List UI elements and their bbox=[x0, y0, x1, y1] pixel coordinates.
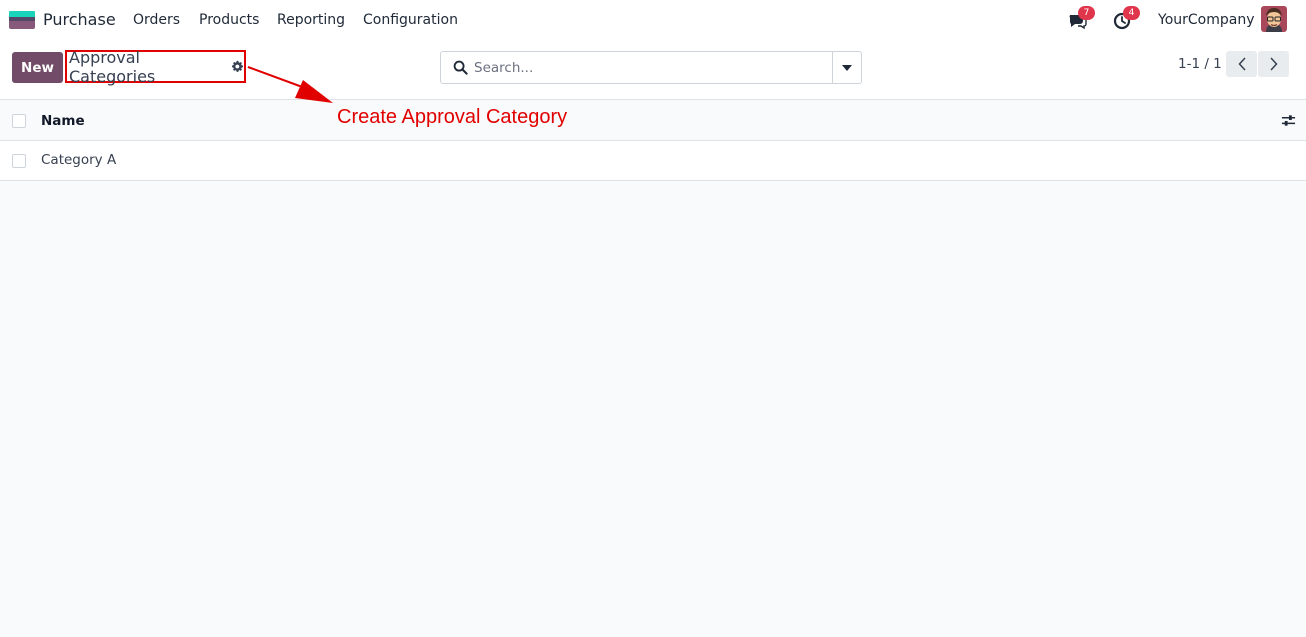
company-switcher[interactable]: YourCompany bbox=[1158, 12, 1255, 28]
user-avatar-icon bbox=[1261, 6, 1287, 32]
caret-down-icon bbox=[842, 64, 852, 71]
select-all-checkbox[interactable] bbox=[12, 114, 26, 128]
annotation-arrow-icon bbox=[247, 66, 333, 103]
pager-value[interactable]: 1-1 / 1 bbox=[1178, 56, 1222, 72]
app-name[interactable]: Purchase bbox=[43, 10, 116, 29]
messages-button[interactable]: 7 bbox=[1067, 6, 1095, 31]
list-header: Name bbox=[0, 101, 1306, 141]
messages-badge: 7 bbox=[1078, 6, 1095, 20]
pager-previous-button[interactable] bbox=[1226, 51, 1257, 77]
apps-menu-icon[interactable] bbox=[9, 11, 35, 29]
new-button[interactable]: New bbox=[12, 52, 63, 83]
control-panel: New Approval Categories 1-1 / 1 bbox=[0, 40, 1306, 100]
activities-button[interactable]: 4 bbox=[1112, 6, 1140, 31]
table-row[interactable]: Category A bbox=[0, 141, 1306, 181]
user-avatar[interactable] bbox=[1261, 6, 1287, 32]
page-title: Approval Categories bbox=[69, 47, 156, 86]
breadcrumb: Approval Categories bbox=[65, 47, 246, 86]
search-input[interactable] bbox=[474, 53, 814, 82]
search-icon bbox=[453, 60, 468, 75]
search-bar bbox=[440, 51, 862, 84]
sliders-icon[interactable] bbox=[1281, 113, 1296, 128]
gear-icon[interactable] bbox=[231, 60, 244, 73]
menu-orders[interactable]: Orders bbox=[133, 12, 180, 28]
cell-name: Category A bbox=[41, 152, 117, 168]
column-header-name[interactable]: Name bbox=[41, 113, 85, 129]
menu-reporting[interactable]: Reporting bbox=[277, 12, 345, 28]
row-checkbox[interactable] bbox=[12, 154, 26, 168]
chevron-left-icon bbox=[1237, 57, 1246, 71]
annotation-label: Create Approval Category bbox=[337, 106, 568, 128]
activities-badge: 4 bbox=[1123, 6, 1140, 20]
menu-configuration[interactable]: Configuration bbox=[363, 12, 458, 28]
search-options-toggle[interactable] bbox=[832, 52, 861, 83]
pager-next-button[interactable] bbox=[1258, 51, 1289, 77]
menu-products[interactable]: Products bbox=[199, 12, 259, 28]
top-navbar: Purchase Orders Products Reporting Confi… bbox=[0, 0, 1306, 40]
chevron-right-icon bbox=[1269, 57, 1278, 71]
